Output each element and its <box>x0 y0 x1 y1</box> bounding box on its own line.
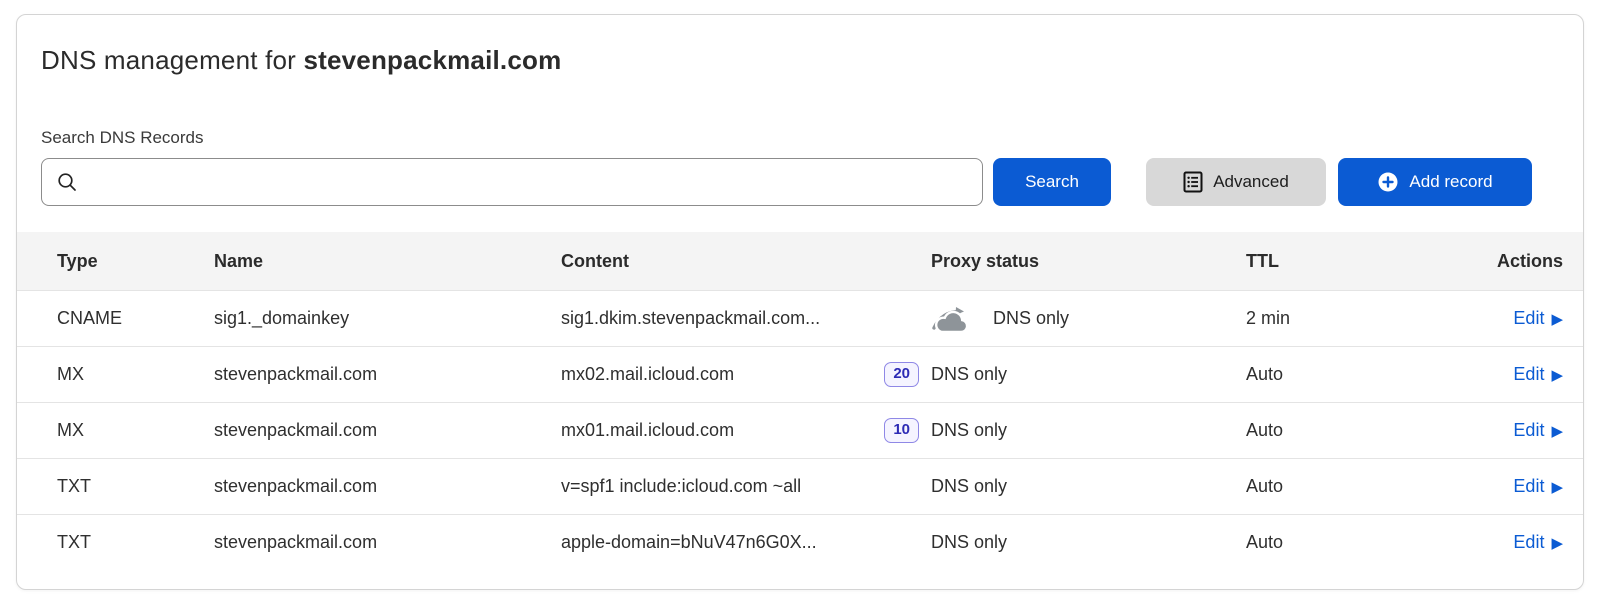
proxy-status-text: DNS only <box>993 308 1069 329</box>
list-document-icon <box>1183 171 1203 193</box>
table-row: TXT stevenpackmail.com apple-domain=bNuV… <box>17 514 1583 570</box>
dns-only-cloud-icon <box>931 304 973 334</box>
edit-button[interactable]: Edit ▶ <box>1513 420 1563 441</box>
proxy-status-text: DNS only <box>931 364 1007 385</box>
table-row: MX stevenpackmail.com mx01.mail.icloud.c… <box>17 402 1583 458</box>
record-name: stevenpackmail.com <box>214 420 561 441</box>
chevron-right-icon: ▶ <box>1551 312 1563 327</box>
record-type: CNAME <box>57 308 214 329</box>
search-label: Search DNS Records <box>41 128 1559 148</box>
proxy-status-cell: DNS only <box>931 476 1246 497</box>
table-header-row: Type Name Content Proxy status TTL Actio… <box>17 232 1583 290</box>
proxy-status-cell: DNS only <box>931 304 1246 334</box>
mx-priority-badge: 10 <box>884 418 919 443</box>
proxy-status-text: DNS only <box>931 532 1007 553</box>
record-name: stevenpackmail.com <box>214 364 561 385</box>
record-ttl: Auto <box>1246 532 1391 553</box>
record-content: v=spf1 include:icloud.com ~all <box>561 476 801 497</box>
page-title-domain: stevenpackmail.com <box>303 45 561 75</box>
record-ttl: 2 min <box>1246 308 1391 329</box>
edit-button[interactable]: Edit ▶ <box>1513 308 1563 329</box>
search-row: Search Advanced <box>41 158 1559 206</box>
edit-label: Edit <box>1513 476 1544 497</box>
advanced-button-label: Advanced <box>1213 172 1289 192</box>
mx-priority-badge: 20 <box>884 362 919 387</box>
record-ttl: Auto <box>1246 364 1391 385</box>
column-header-actions: Actions <box>1391 251 1583 272</box>
record-ttl: Auto <box>1246 476 1391 497</box>
record-ttl: Auto <box>1246 420 1391 441</box>
column-header-ttl: TTL <box>1246 251 1391 272</box>
record-content: apple-domain=bNuV47n6G0X... <box>561 532 817 553</box>
record-type: TXT <box>57 476 214 497</box>
page-title: DNS management for stevenpackmail.com <box>41 15 1559 76</box>
proxy-status-text: DNS only <box>931 476 1007 497</box>
search-button[interactable]: Search <box>993 158 1111 206</box>
edit-button[interactable]: Edit ▶ <box>1513 364 1563 385</box>
add-record-button[interactable]: Add record <box>1338 158 1532 206</box>
edit-label: Edit <box>1513 532 1544 553</box>
column-header-type: Type <box>57 251 214 272</box>
record-name: stevenpackmail.com <box>214 476 561 497</box>
proxy-status-cell: DNS only <box>931 532 1246 553</box>
dns-records-table: Type Name Content Proxy status TTL Actio… <box>17 232 1583 570</box>
table-row: TXT stevenpackmail.com v=spf1 include:ic… <box>17 458 1583 514</box>
edit-label: Edit <box>1513 364 1544 385</box>
table-row: CNAME sig1._domainkey sig1.dkim.stevenpa… <box>17 290 1583 346</box>
record-content: mx01.mail.icloud.com <box>561 420 734 441</box>
record-name: stevenpackmail.com <box>214 532 561 553</box>
chevron-right-icon: ▶ <box>1551 536 1563 551</box>
edit-button[interactable]: Edit ▶ <box>1513 532 1563 553</box>
column-header-content: Content <box>561 251 931 272</box>
chevron-right-icon: ▶ <box>1551 424 1563 439</box>
record-type: MX <box>57 364 214 385</box>
edit-label: Edit <box>1513 420 1544 441</box>
record-name: sig1._domainkey <box>214 308 561 329</box>
chevron-right-icon: ▶ <box>1551 368 1563 383</box>
proxy-status-cell: DNS only <box>931 420 1246 441</box>
advanced-button[interactable]: Advanced <box>1146 158 1326 206</box>
page-title-prefix: DNS management for <box>41 45 303 75</box>
plus-circle-icon <box>1377 171 1399 193</box>
column-header-proxy-status: Proxy status <box>931 251 1246 272</box>
search-button-label: Search <box>1025 172 1079 192</box>
proxy-status-text: DNS only <box>931 420 1007 441</box>
record-content: sig1.dkim.stevenpackmail.com... <box>561 308 820 329</box>
search-icon <box>56 171 78 193</box>
edit-label: Edit <box>1513 308 1544 329</box>
record-type: TXT <box>57 532 214 553</box>
search-input[interactable] <box>88 159 968 205</box>
search-input-box[interactable] <box>41 158 983 206</box>
column-header-name: Name <box>214 251 561 272</box>
dns-management-card: DNS management for stevenpackmail.com Se… <box>16 14 1584 590</box>
record-type: MX <box>57 420 214 441</box>
add-record-button-label: Add record <box>1409 172 1492 192</box>
record-content: mx02.mail.icloud.com <box>561 364 734 385</box>
edit-button[interactable]: Edit ▶ <box>1513 476 1563 497</box>
proxy-status-cell: DNS only <box>931 364 1246 385</box>
chevron-right-icon: ▶ <box>1551 480 1563 495</box>
table-row: MX stevenpackmail.com mx02.mail.icloud.c… <box>17 346 1583 402</box>
